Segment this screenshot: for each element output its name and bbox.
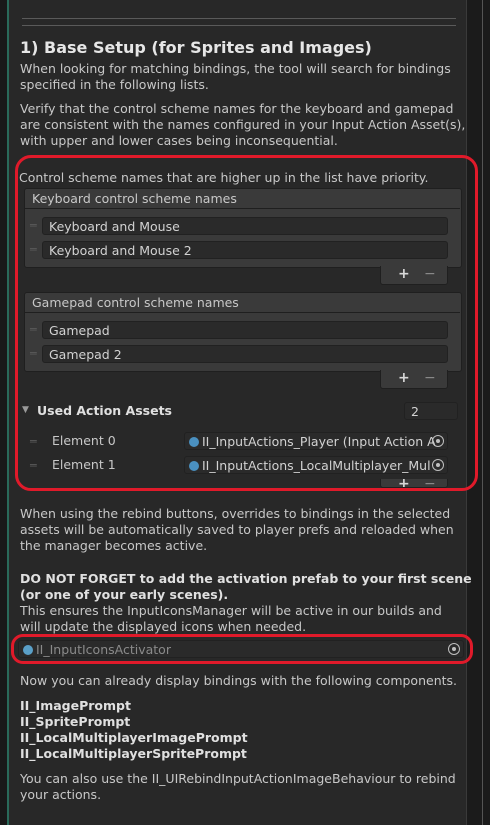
keyboard-scheme-field[interactable]: Keyboard and Mouse 2 (42, 241, 448, 259)
list-add-remove (380, 479, 448, 488)
verify-line-1: Verify that the control scheme names for… (20, 101, 454, 116)
warning-line-2: (or one of your early scenes). (20, 587, 229, 602)
divider (22, 18, 456, 19)
remove-button[interactable]: − (424, 266, 436, 282)
remove-button[interactable]: − (424, 370, 436, 386)
ensure-line-2: will update the displayed icons when nee… (20, 619, 307, 634)
array-size-field[interactable]: 2 (404, 402, 458, 420)
component-name: II_ImagePrompt (20, 698, 131, 713)
activator-prefab-name: II_InputIconsActivator (36, 642, 171, 657)
rebind-line-2: assets will be automatically saved to pl… (20, 522, 454, 537)
drag-handle-icon[interactable]: ═ (30, 243, 37, 256)
verify-line-3: with upper and lower cases being inconse… (20, 133, 338, 148)
drag-handle-icon[interactable]: ═ (30, 347, 37, 360)
drag-handle-icon[interactable]: ═ (30, 459, 37, 472)
divider (25, 312, 460, 313)
object-picker-icon[interactable] (432, 435, 444, 447)
keyboard-list-label: Keyboard control scheme names (32, 191, 237, 206)
element-label: Element 1 (52, 457, 116, 472)
action-asset-name: II_InputActions_LocalMultiplayer_Mul (202, 458, 431, 473)
object-picker-icon[interactable] (432, 459, 444, 471)
ensure-line-1: This ensures the InputIconsManager will … (20, 603, 442, 618)
rebind-line-1: When using the rebind buttons, overrides… (20, 506, 451, 521)
outro-line-2: your actions. (20, 787, 102, 802)
drag-handle-icon[interactable]: ═ (30, 435, 37, 448)
add-button[interactable]: + (398, 370, 410, 386)
component-name: II_LocalMultiplayerImagePrompt (20, 730, 248, 745)
prefab-icon (23, 645, 33, 655)
divider (25, 208, 460, 209)
drag-handle-icon[interactable]: ═ (30, 219, 37, 232)
intro-line-1: When looking for matching bindings, the … (20, 61, 451, 76)
add-button[interactable]: + (398, 266, 410, 282)
drag-handle-icon[interactable]: ═ (30, 323, 37, 336)
warning-line-1: DO NOT FORGET to add the activation pref… (20, 571, 472, 586)
add-button[interactable]: + (398, 476, 410, 487)
scrollbar-line (482, 0, 483, 825)
foldout-arrow-icon[interactable]: ▼ (22, 405, 29, 415)
gamepad-scheme-field[interactable]: Gamepad (42, 321, 448, 339)
gamepad-scheme-field[interactable]: Gamepad 2 (42, 345, 448, 363)
action-asset-field[interactable]: II_InputActions_LocalMultiplayer_Mul (184, 456, 448, 474)
used-action-assets-label[interactable]: Used Action Assets (37, 403, 172, 418)
verify-line-2: are consistent with the names configured… (20, 117, 466, 132)
input-action-asset-icon (189, 461, 199, 471)
object-picker-icon[interactable] (448, 643, 460, 655)
keyboard-scheme-field[interactable]: Keyboard and Mouse (42, 217, 448, 235)
action-asset-name: II_InputActions_Player (Input Action A (202, 434, 436, 449)
component-name: II_SpritePrompt (20, 714, 131, 729)
component-name: II_LocalMultiplayerSpritePrompt (20, 746, 247, 761)
outro-line-1: You can also use the II_UIRebindInputAct… (20, 771, 456, 786)
components-intro: Now you can already display bindings wit… (20, 673, 458, 688)
gamepad-list-label: Gamepad control scheme names (32, 295, 239, 310)
remove-button[interactable]: − (424, 476, 436, 487)
rebind-line-3: the manager becomes active. (20, 538, 208, 553)
element-label: Element 0 (52, 433, 116, 448)
input-action-asset-icon (189, 437, 199, 447)
action-asset-field[interactable]: II_InputActions_Player (Input Action A (184, 432, 448, 450)
list-add-remove (380, 266, 448, 285)
activator-prefab-field[interactable]: II_InputIconsActivator (18, 640, 464, 658)
priority-note: Control scheme names that are higher up … (19, 170, 429, 185)
section-title: 1) Base Setup (for Sprites and Images) (20, 38, 372, 57)
list-add-remove (380, 370, 448, 389)
scrollbar-track[interactable] (466, 0, 490, 825)
divider (22, 25, 456, 26)
intro-line-2: specified in the following lists. (20, 77, 209, 92)
